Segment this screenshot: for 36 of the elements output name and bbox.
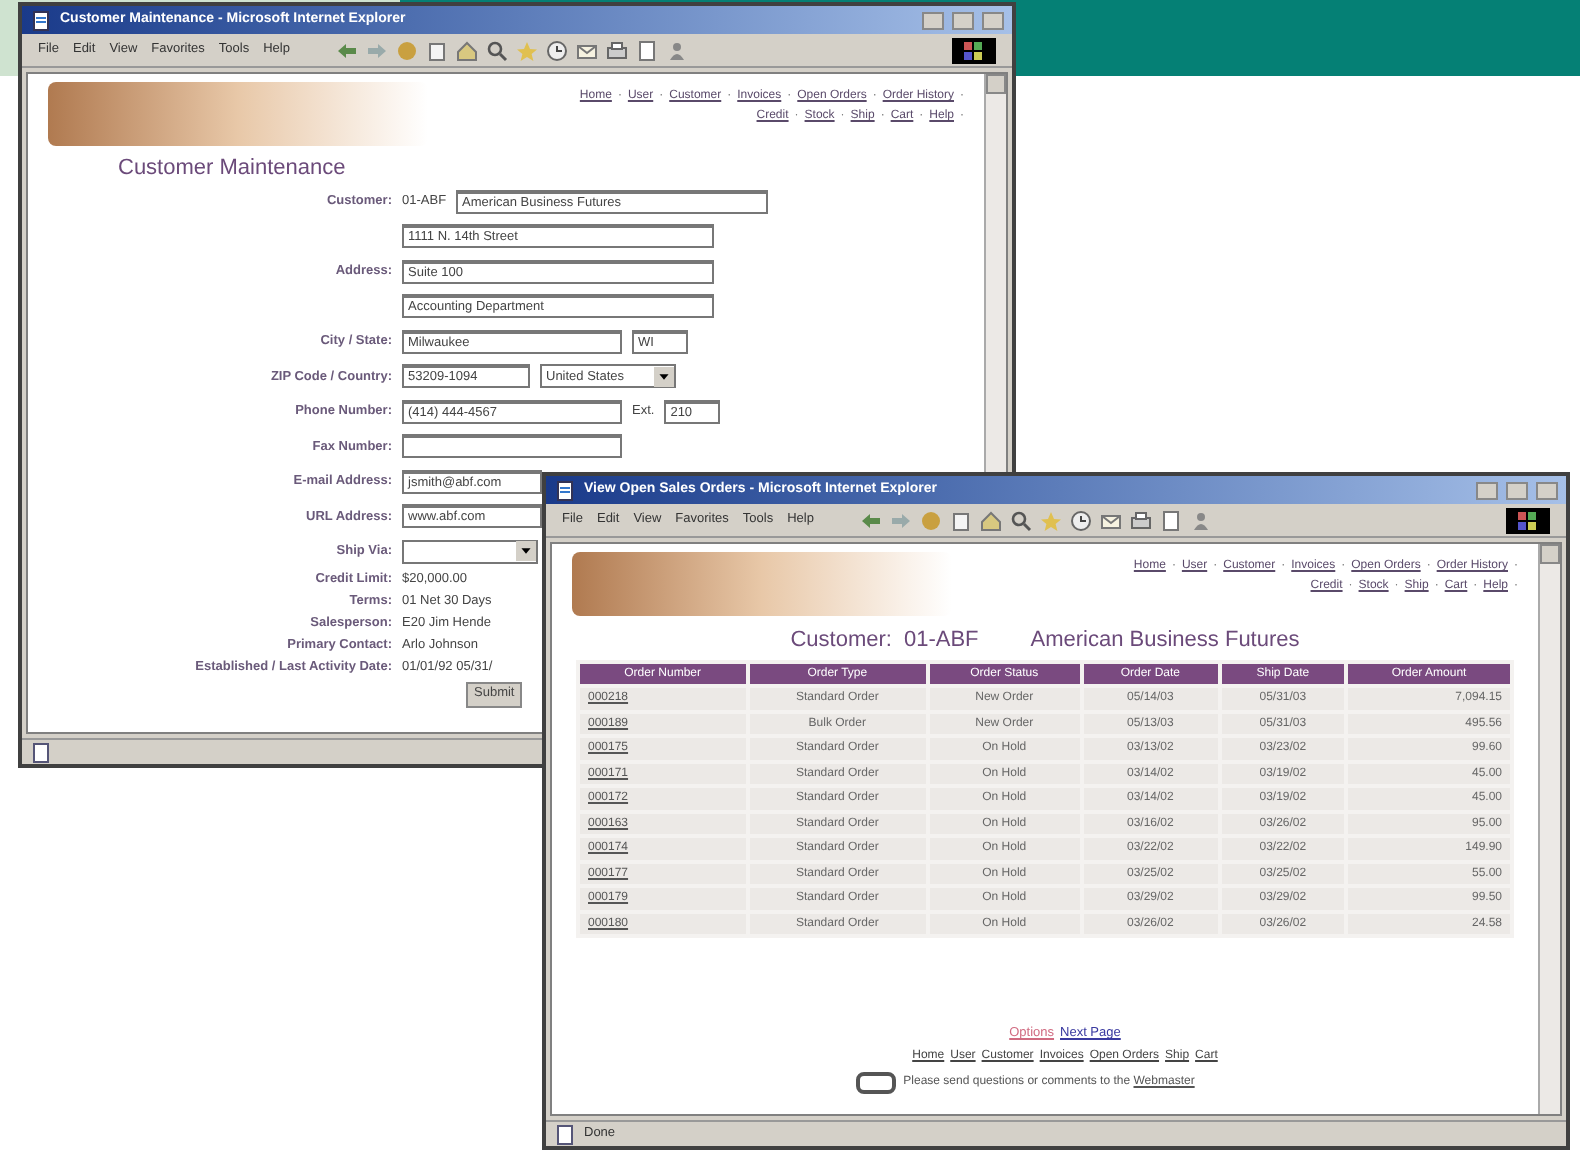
close-button[interactable] <box>982 11 1004 29</box>
maximize-button[interactable] <box>1506 481 1528 499</box>
document-icon[interactable] <box>635 39 658 61</box>
document-icon[interactable] <box>1159 509 1182 531</box>
customer-id: 01-ABF <box>903 628 979 655</box>
minimize-button[interactable] <box>922 11 944 29</box>
search-icon[interactable] <box>485 39 508 61</box>
printer-icon[interactable] <box>1129 509 1152 531</box>
people-icon[interactable] <box>665 39 688 61</box>
mail-icon[interactable] <box>1099 509 1122 531</box>
dropdown[interactable] <box>402 539 538 564</box>
home-icon[interactable] <box>455 39 478 61</box>
home-icon[interactable] <box>979 509 1002 531</box>
browser-logo-icon <box>1506 507 1550 533</box>
minimize-button[interactable] <box>1476 481 1498 499</box>
mail-icon[interactable] <box>575 39 598 61</box>
close-button[interactable] <box>1536 481 1558 499</box>
page-icon[interactable] <box>554 1123 576 1145</box>
search-icon[interactable] <box>1009 509 1032 531</box>
page-icon[interactable] <box>554 479 576 501</box>
back-arrow-icon[interactable] <box>859 509 882 531</box>
input-field[interactable] <box>402 434 622 459</box>
clock-icon[interactable] <box>545 39 568 61</box>
star-icon[interactable] <box>515 39 538 61</box>
customer-label: Customer: <box>790 628 892 655</box>
browser-logo-icon <box>952 37 996 63</box>
back-arrow-icon[interactable] <box>335 39 358 61</box>
star-icon[interactable] <box>1039 509 1062 531</box>
people-icon[interactable] <box>1189 509 1212 531</box>
page-icon[interactable] <box>30 9 52 31</box>
printer-icon[interactable] <box>605 39 628 61</box>
clock-icon[interactable] <box>1069 509 1092 531</box>
maximize-button[interactable] <box>952 11 974 29</box>
page-icon[interactable] <box>30 741 52 763</box>
customer-name: American Business Futures <box>1030 628 1300 655</box>
page-heading: Customer Maintenance <box>116 154 348 183</box>
